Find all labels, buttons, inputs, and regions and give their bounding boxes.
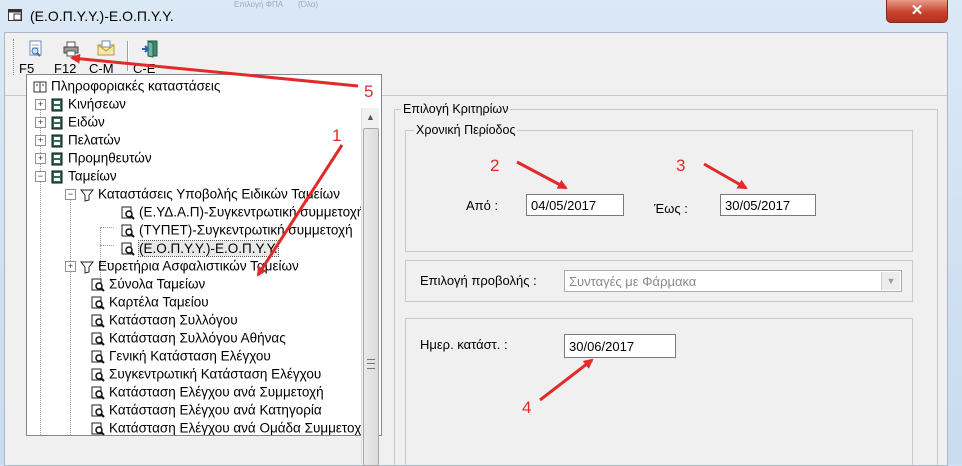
annotation-label-1: 1 bbox=[332, 126, 342, 145]
annotation-label-3: 3 bbox=[676, 156, 686, 175]
arrow-5 bbox=[70, 53, 359, 88]
annotation-label-5: 5 bbox=[364, 82, 374, 101]
annotation-label-2: 2 bbox=[490, 156, 500, 175]
arrow-1 bbox=[256, 144, 344, 277]
arrow-3 bbox=[703, 162, 748, 190]
window-frame: Επιλογή ΦΠΑ (Όλα) (Ε.Ο.Π.Υ.Υ.)-Ε.Ο.Π.Υ.Υ… bbox=[0, 0, 962, 466]
arrow-4 bbox=[539, 358, 594, 402]
annotation-label-4: 4 bbox=[522, 398, 532, 417]
arrow-2 bbox=[516, 160, 568, 190]
annotation-arrows bbox=[70, 53, 748, 402]
